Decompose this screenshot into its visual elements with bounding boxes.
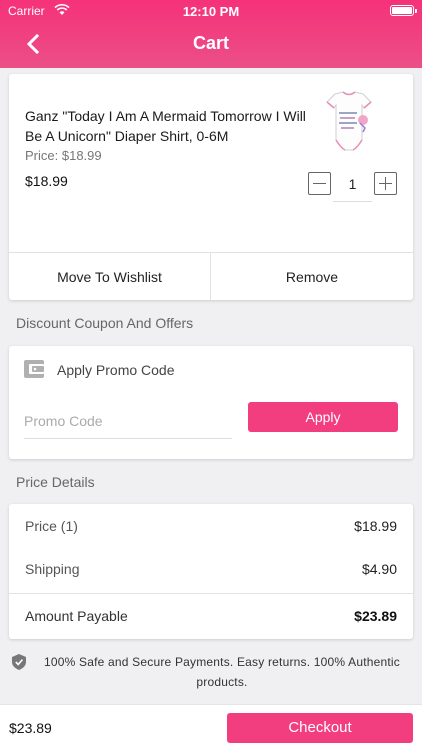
status-time: 12:10 PM — [182, 4, 240, 19]
quantity-increase-button[interactable] — [374, 172, 397, 195]
secure-payment-text: 100% Safe and Secure Payments. Easy retu… — [43, 655, 400, 689]
unit-price: Price: $18.99 — [25, 148, 102, 163]
cart-item-card: Ganz "Today I Am A Mermaid Tomorrow I Wi… — [9, 74, 413, 301]
shield-check-icon — [12, 654, 26, 670]
cart-item-actions: Move To Wishlist Remove — [9, 252, 413, 301]
status-bar: Carrier 12:10 PM — [0, 0, 422, 22]
unit-price-label: Price: — [25, 148, 59, 163]
shipping-row-label: Shipping — [25, 561, 80, 577]
product-title[interactable]: Ganz "Today I Am A Mermaid Tomorrow I Wi… — [25, 106, 315, 146]
coupon-section-title: Discount Coupon And Offers — [16, 315, 194, 331]
footer-total: $23.89 — [9, 720, 52, 736]
shipping-row: Shipping $4.90 — [9, 547, 413, 591]
battery-icon — [390, 5, 417, 16]
price-details-title: Price Details — [16, 474, 95, 490]
price-row: Price (1) $18.99 — [9, 504, 413, 548]
checkout-footer: $23.89 Checkout — [0, 704, 422, 750]
amount-payable-row: Amount Payable $23.89 — [9, 593, 413, 639]
remove-button[interactable]: Remove — [211, 253, 413, 301]
wallet-icon — [24, 360, 44, 378]
apply-promo-button[interactable]: Apply — [248, 402, 398, 432]
promo-code-heading: Apply Promo Code — [57, 362, 175, 378]
checkout-button[interactable]: Checkout — [227, 713, 413, 743]
app-header: Carrier 12:10 PM Cart — [0, 0, 422, 68]
price-row-label: Price (1) — [25, 518, 78, 534]
quantity-decrease-button[interactable] — [308, 172, 331, 195]
promo-code-card: Apply Promo Code Apply — [9, 346, 413, 459]
move-to-wishlist-button[interactable]: Move To Wishlist — [9, 253, 211, 301]
price-details-card: Price (1) $18.99 Shipping $4.90 Amount P… — [9, 504, 413, 639]
quantity-value: 1 — [333, 166, 372, 202]
promo-code-input[interactable] — [24, 403, 232, 439]
line-total: $18.99 — [25, 173, 68, 189]
price-row-value: $18.99 — [354, 518, 397, 534]
nav-bar: Cart — [0, 22, 422, 66]
page-title: Cart — [192, 33, 229, 53]
amount-payable-value: $23.89 — [354, 608, 397, 624]
shipping-row-value: $4.90 — [361, 561, 397, 577]
product-image[interactable] — [319, 88, 379, 156]
unit-price-value: $18.99 — [61, 148, 102, 163]
amount-payable-label: Amount Payable — [25, 608, 128, 624]
